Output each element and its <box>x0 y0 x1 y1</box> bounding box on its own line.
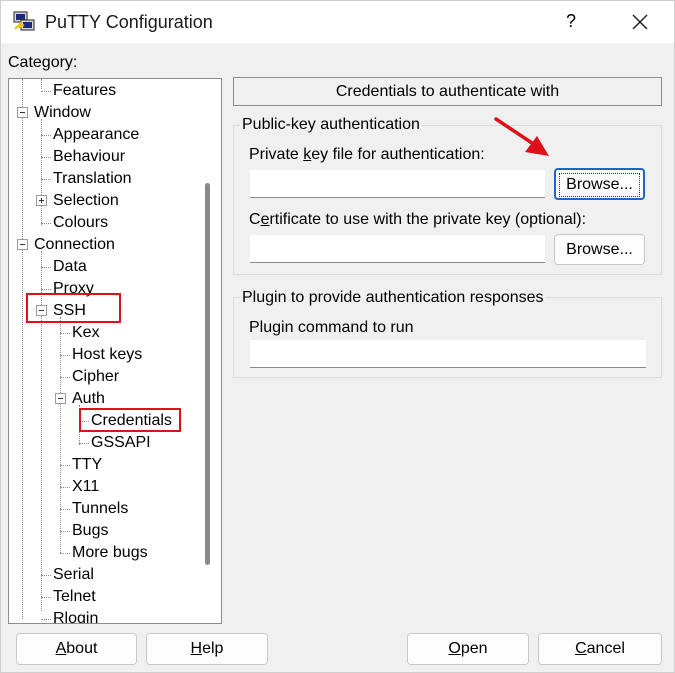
tree-item-data[interactable]: Data <box>53 257 87 277</box>
help-title-button[interactable]: ? <box>557 7 585 35</box>
tree-item-rlogin[interactable]: Rlogin <box>53 609 98 623</box>
credentials-highlight-box <box>79 408 181 432</box>
tree-item-telnet[interactable]: Telnet <box>53 587 96 607</box>
tree-item-bugs[interactable]: Bugs <box>72 521 108 541</box>
tree-item-translation[interactable]: Translation <box>53 169 132 189</box>
tree-line <box>60 465 70 466</box>
tree-line <box>60 531 70 532</box>
open-button[interactable]: Open <box>407 633 529 665</box>
tree-line <box>41 179 51 180</box>
tree-item-more-bugs[interactable]: More bugs <box>72 543 148 563</box>
tree-item-kex[interactable]: Kex <box>72 323 100 343</box>
tree-item-tty[interactable]: TTY <box>72 455 102 475</box>
tree-line <box>41 135 51 136</box>
title-bar[interactable]: PuTTY Configuration ? <box>1 1 674 43</box>
window-title: PuTTY Configuration <box>45 12 213 32</box>
tree-line <box>41 597 51 598</box>
cancel-button[interactable]: Cancel <box>538 633 662 665</box>
tree-item-colours[interactable]: Colours <box>53 213 108 233</box>
tree-line <box>60 487 70 488</box>
expand-selection-icon[interactable] <box>36 195 47 206</box>
tree-line <box>60 377 70 378</box>
tree-item-appearance[interactable]: Appearance <box>53 125 139 145</box>
category-tree[interactable]: Features Window Appearance Behaviour Tra… <box>8 78 222 624</box>
plugin-command-input[interactable] <box>250 340 646 368</box>
tree-item-features[interactable]: Features <box>53 81 116 101</box>
private-key-input[interactable] <box>250 170 545 198</box>
plugin-command-label: Plugin command to run <box>249 319 414 336</box>
tree-line <box>60 317 61 553</box>
panel-header: Credentials to authenticate with <box>233 77 662 106</box>
tree-item-host-keys[interactable]: Host keys <box>72 345 142 365</box>
close-icon[interactable] <box>625 7 655 37</box>
tree-item-selection[interactable]: Selection <box>53 191 119 211</box>
tree-line <box>41 223 51 224</box>
about-button[interactable]: About <box>16 633 137 665</box>
tree-line <box>41 157 51 158</box>
certificate-input[interactable] <box>250 235 545 263</box>
tree-item-gssapi[interactable]: GSSAPI <box>91 433 151 453</box>
tree-item-behaviour[interactable]: Behaviour <box>53 147 125 167</box>
tree-item-serial[interactable]: Serial <box>53 565 94 585</box>
tree-item-auth[interactable]: Auth <box>72 389 105 409</box>
certificate-label: Certificate to use with the private key … <box>249 211 587 228</box>
putty-config-window: PuTTY Configuration ? Category: Features… <box>0 0 675 673</box>
tree-line <box>41 267 51 268</box>
tree-item-cipher[interactable]: Cipher <box>72 367 119 387</box>
help-button[interactable]: Help <box>146 633 268 665</box>
putty-app-icon <box>13 11 35 31</box>
tree-item-window[interactable]: Window <box>34 103 91 123</box>
tree-line <box>41 575 51 576</box>
category-label: Category: <box>8 54 78 71</box>
tree-line <box>60 553 70 554</box>
tree-line <box>41 619 51 620</box>
collapse-auth-icon[interactable] <box>55 393 66 404</box>
pubkey-group-title: Public-key authentication <box>240 116 422 134</box>
tree-line <box>60 509 70 510</box>
ssh-highlight-box <box>26 293 121 323</box>
tree-item-tunnels[interactable]: Tunnels <box>72 499 128 519</box>
collapse-connection-icon[interactable] <box>17 239 28 250</box>
tree-line <box>41 91 51 92</box>
tree-scrollbar-thumb[interactable] <box>205 183 210 565</box>
red-arrow-icon <box>494 117 549 156</box>
plugin-group-title: Plugin to provide authentication respons… <box>240 289 546 307</box>
tree-line <box>60 355 70 356</box>
tree-line <box>41 289 51 290</box>
browse-certificate-button[interactable]: Browse... <box>554 234 645 265</box>
tree-item-connection[interactable]: Connection <box>34 235 115 255</box>
tree-item-x11[interactable]: X11 <box>72 477 99 497</box>
tree-line <box>41 79 42 89</box>
private-key-label: Private key file for authentication: <box>249 146 485 163</box>
collapse-window-icon[interactable] <box>17 107 28 118</box>
tree-line <box>22 79 23 619</box>
tree-line <box>60 333 70 334</box>
tree-line <box>79 443 89 444</box>
browse-private-key-button[interactable]: Browse... <box>554 168 645 200</box>
